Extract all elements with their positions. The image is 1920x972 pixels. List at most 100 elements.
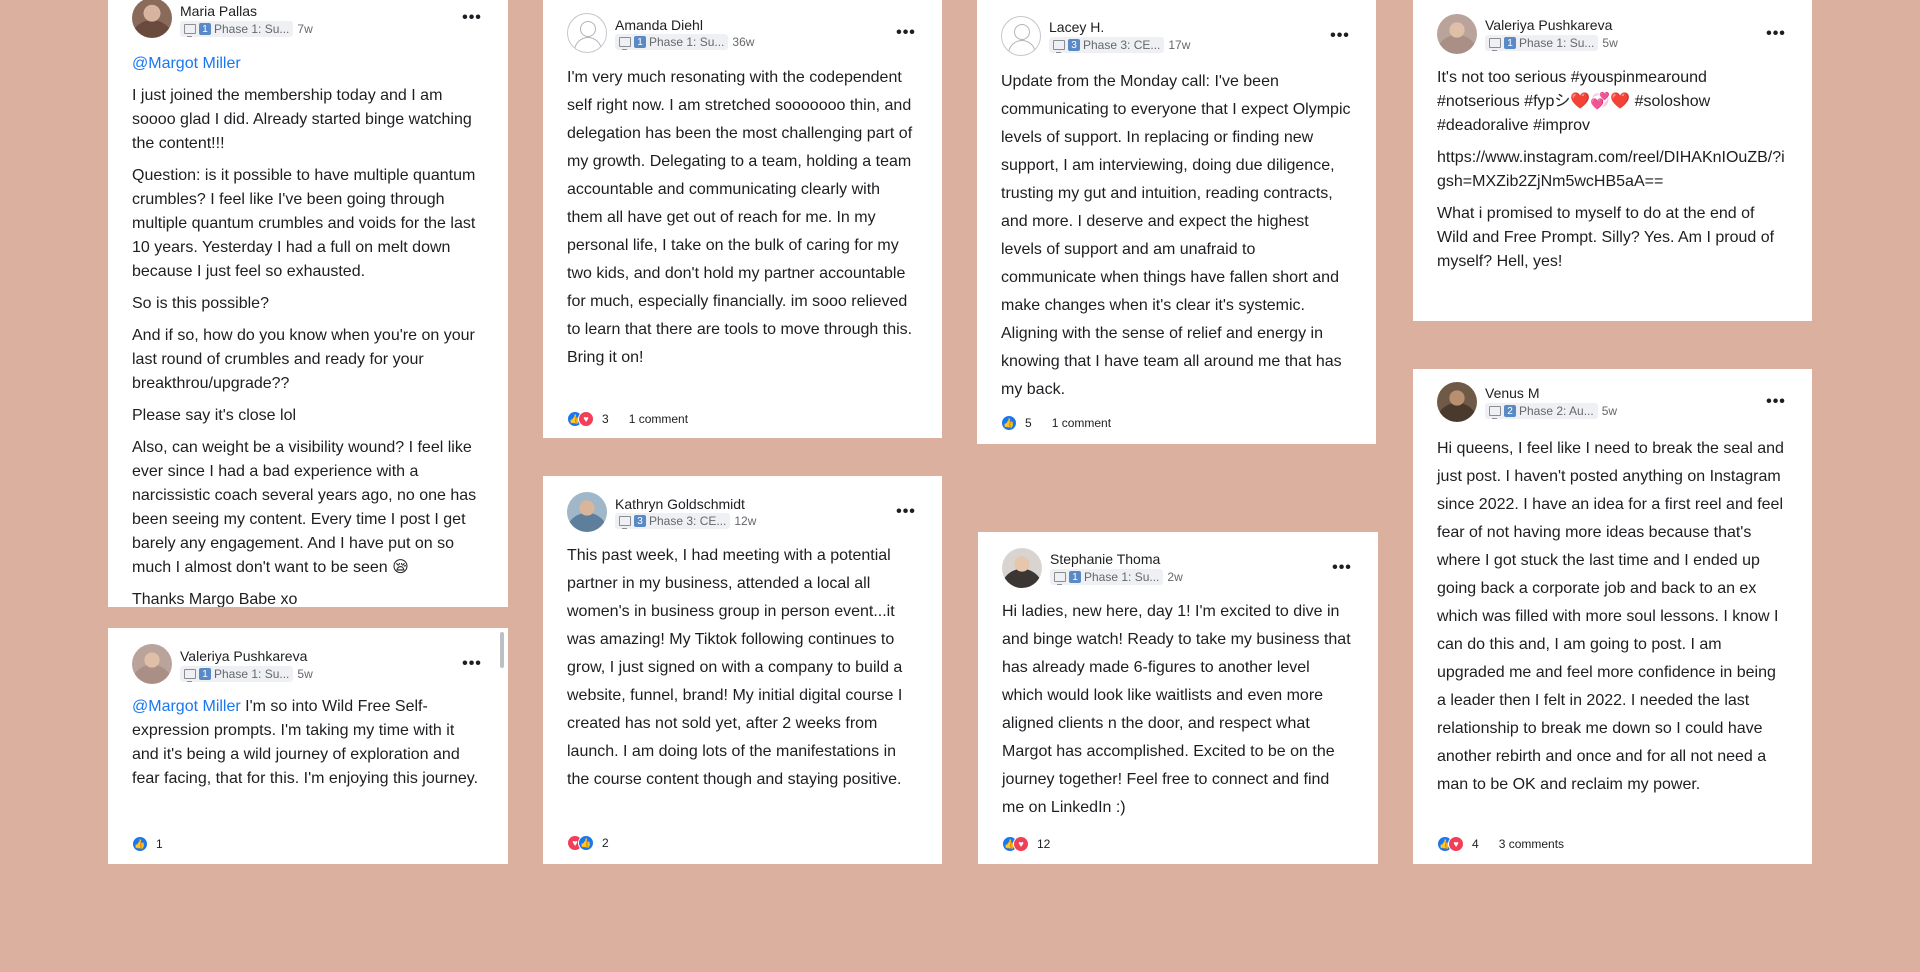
more-dots-icon[interactable]: ••• [460,10,484,26]
course-badge[interactable]: 3 Phase 3: CE... [615,513,731,529]
mention-link[interactable]: @Margot Miller [132,698,241,715]
more-dots-icon[interactable]: ••• [460,656,484,672]
course-badge[interactable]: 2 Phase 2: Au... [1485,403,1598,419]
author-name[interactable]: Stephanie Thoma [1050,551,1160,567]
more-dots-icon[interactable]: ••• [894,504,918,520]
more-dots-icon[interactable]: ••• [1330,560,1354,576]
reactions[interactable]: 👍 ♥ [1002,836,1029,852]
reaction-count[interactable]: 2 [602,836,609,850]
post-time[interactable]: 12w [734,514,756,528]
more-dots-icon[interactable]: ••• [894,25,918,41]
post-body: Hi ladies, new here, day 1! I'm excited … [1002,603,1351,816]
reaction-count[interactable]: 1 [156,837,163,851]
more-dots-icon[interactable]: ••• [1764,26,1788,42]
course-badge[interactable]: 1 Phase 1: Su... [1050,569,1164,585]
reactions[interactable]: 👍 [132,836,148,852]
post-body: This past week, I had meeting with a pot… [567,547,903,788]
avatar[interactable] [1001,16,1041,56]
monitor-icon [1489,406,1501,419]
post-time[interactable]: 5w [297,667,312,681]
phase-number: 1 [199,23,211,35]
reaction-count[interactable]: 4 [1472,837,1479,851]
more-dots-icon[interactable]: ••• [1764,394,1788,410]
phase-label: Phase 2: Au... [1519,404,1594,418]
phase-number: 1 [1504,37,1516,49]
post-paragraph: Question: is it possible to have multipl… [132,167,476,280]
comment-count[interactable]: 1 comment [629,412,688,426]
post-meta: 1 Phase 1: Su... 7w [180,21,313,37]
phase-label: Phase 3: CE... [649,514,727,528]
post-paragraph: Please say it's close lol [132,407,297,424]
course-badge[interactable]: 1 Phase 1: Su... [615,34,729,50]
monitor-icon [1053,40,1065,53]
post-link[interactable]: https://www.instagram.com/reel/DIHAKnIOu… [1437,146,1788,194]
post-body: @Margot Miller I just joined the members… [132,52,484,607]
mention-link[interactable]: @Margot Miller [132,55,241,72]
post-body: @Margot Miller I'm so into Wild Free Sel… [132,695,484,791]
post-meta: 1 Phase 1: Su... 5w [180,666,313,682]
post-footer: 👍 ♥ 4 3 comments [1437,834,1564,854]
love-icon: ♥ [578,411,594,427]
avatar[interactable] [567,492,607,532]
monitor-icon [1489,38,1501,51]
course-badge[interactable]: 1 Phase 1: Su... [180,666,294,682]
avatar[interactable] [132,644,172,684]
author-name[interactable]: Kathryn Goldschmidt [615,496,745,512]
post-card: Stephanie Thoma 1 Phase 1: Su... 2w ••• H… [978,532,1378,864]
reaction-count[interactable]: 12 [1037,837,1050,851]
avatar[interactable] [1437,14,1477,54]
post-time[interactable]: 36w [732,35,754,49]
post-meta: 3 Phase 3: CE... 12w [615,513,756,529]
course-badge[interactable]: 1 Phase 1: Su... [1485,35,1599,51]
post-card: Valeriya Pushkareva 1 Phase 1: Su... 5w •… [1413,0,1812,321]
post-meta: 1 Phase 1: Su... 2w [1050,569,1183,585]
phase-number: 3 [634,515,646,527]
post-paragraph: Thanks Margo Babe xo [132,591,298,607]
post-card: Venus M 2 Phase 2: Au... 5w ••• Hi queens… [1413,369,1812,864]
author-name[interactable]: Venus M [1485,385,1539,401]
avatar[interactable] [1437,382,1477,422]
comment-count[interactable]: 1 comment [1052,416,1111,430]
post-card: Valeriya Pushkareva 1 Phase 1: Su... 5w •… [108,628,508,864]
course-badge[interactable]: 1 Phase 1: Su... [180,21,294,37]
reactions[interactable]: 👍 ♥ [1437,836,1464,852]
author-name[interactable]: Maria Pallas [180,3,257,19]
post-body: I'm very much resonating with the codepe… [567,69,913,366]
comment-count[interactable]: 3 comments [1499,837,1564,851]
avatar[interactable] [132,0,172,38]
post-time[interactable]: 17w [1168,38,1190,52]
phase-number: 1 [634,36,646,48]
author-name[interactable]: Lacey H. [1049,19,1104,35]
reactions[interactable]: ♥ 👍 [567,835,594,851]
post-paragraph: It's not too serious #youspinmearound #n… [1437,69,1711,134]
course-badge[interactable]: 3 Phase 3: CE... [1049,37,1165,53]
monitor-icon [184,24,196,37]
post-card: Lacey H. 3 Phase 3: CE... 17w ••• Update … [977,0,1376,444]
phase-number: 3 [1068,39,1080,51]
author-name[interactable]: Amanda Diehl [615,17,703,33]
avatar[interactable] [1002,548,1042,588]
like-icon: 👍 [132,836,148,852]
reaction-count[interactable]: 3 [602,412,609,426]
more-dots-icon[interactable]: ••• [1328,28,1352,44]
post-time[interactable]: 5w [1602,404,1617,418]
avatar[interactable] [567,13,607,53]
reaction-count[interactable]: 5 [1025,416,1032,430]
reactions[interactable]: 👍 ♥ [567,411,594,427]
post-time[interactable]: 2w [1167,570,1182,584]
post-time[interactable]: 5w [1602,36,1617,50]
post-body: It's not too serious #youspinmearound #n… [1437,66,1788,282]
post-card: Kathryn Goldschmidt 3 Phase 3: CE... 12w … [543,476,942,864]
reactions[interactable]: 👍 [1001,415,1017,431]
post-paragraph: So is this possible? [132,295,269,312]
phase-label: Phase 1: Su... [214,22,290,36]
post-paragraph: And if so, how do you know when you're o… [132,327,475,392]
like-icon: 👍 [578,835,594,851]
post-time[interactable]: 7w [297,22,312,36]
author-name[interactable]: Valeriya Pushkareva [1485,17,1612,33]
like-icon: 👍 [1001,415,1017,431]
post-card: Maria Pallas 1 Phase 1: Su... 7w ••• @Mar… [108,0,508,607]
scrollbar[interactable] [500,632,504,668]
monitor-icon [619,516,631,529]
author-name[interactable]: Valeriya Pushkareva [180,648,307,664]
